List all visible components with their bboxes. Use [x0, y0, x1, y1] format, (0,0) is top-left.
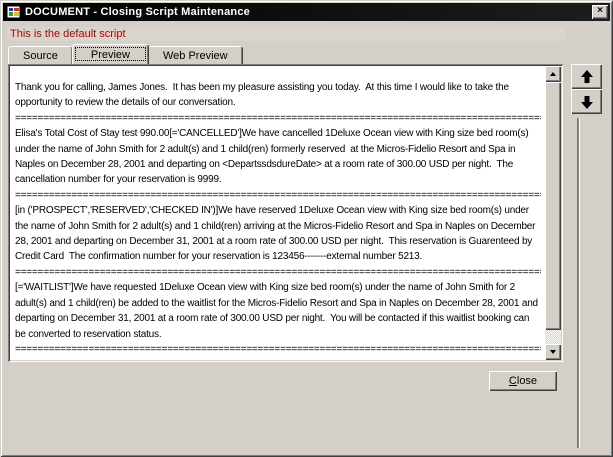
titlebar[interactable]: DOCUMENT - Closing Script Maintenance × [3, 3, 610, 21]
scroll-up-icon[interactable] [545, 66, 561, 82]
status-banner-text: This is the default script [10, 28, 126, 40]
window-title: DOCUMENT - Closing Script Maintenance [25, 6, 250, 18]
script-paragraph: Elisa's Total Cost of Stay test 990.00[=… [15, 126, 541, 188]
status-banner: This is the default script [7, 27, 565, 41]
move-down-button[interactable] [571, 89, 602, 114]
script-document: Thank you for calling, James Jones. It h… [10, 66, 545, 360]
window-close-icon[interactable]: × [592, 5, 608, 19]
separator-line: ========================================… [15, 265, 541, 280]
scrollbar-thumb[interactable] [545, 82, 561, 330]
down-arrow-icon [579, 94, 595, 110]
separator-line: ========================================… [15, 342, 541, 357]
separator-line: ========================================… [15, 188, 541, 203]
separator-line: ========================================… [15, 357, 541, 360]
document-app-icon [6, 5, 22, 19]
script-preview-area[interactable]: Thank you for calling, James Jones. It h… [8, 64, 563, 362]
close-button[interactable]: Close [489, 371, 557, 391]
script-paragraph: [='WAITLIST']We have requested 1Deluxe O… [15, 280, 541, 342]
tabstrip: Source Preview Web Preview [8, 44, 243, 64]
tab-preview[interactable]: Preview [72, 44, 149, 64]
up-arrow-icon [579, 69, 595, 85]
vertical-scrollbar[interactable] [545, 66, 561, 360]
tab-web-preview[interactable]: Web Preview [148, 46, 243, 64]
script-paragraph: Thank you for calling, James Jones. It h… [15, 80, 541, 111]
separator-line: ========================================… [15, 111, 541, 126]
scroll-down-icon[interactable] [545, 344, 561, 360]
closing-script-maintenance-window: DOCUMENT - Closing Script Maintenance × … [0, 0, 613, 457]
script-paragraph: [in ('PROSPECT','RESERVED','CHECKED IN')… [15, 203, 541, 265]
nav-arrows [571, 64, 602, 114]
close-button-label: Close [509, 375, 537, 387]
right-groove-divider [577, 118, 579, 448]
move-up-button[interactable] [571, 64, 602, 89]
tab-source[interactable]: Source [8, 46, 73, 64]
